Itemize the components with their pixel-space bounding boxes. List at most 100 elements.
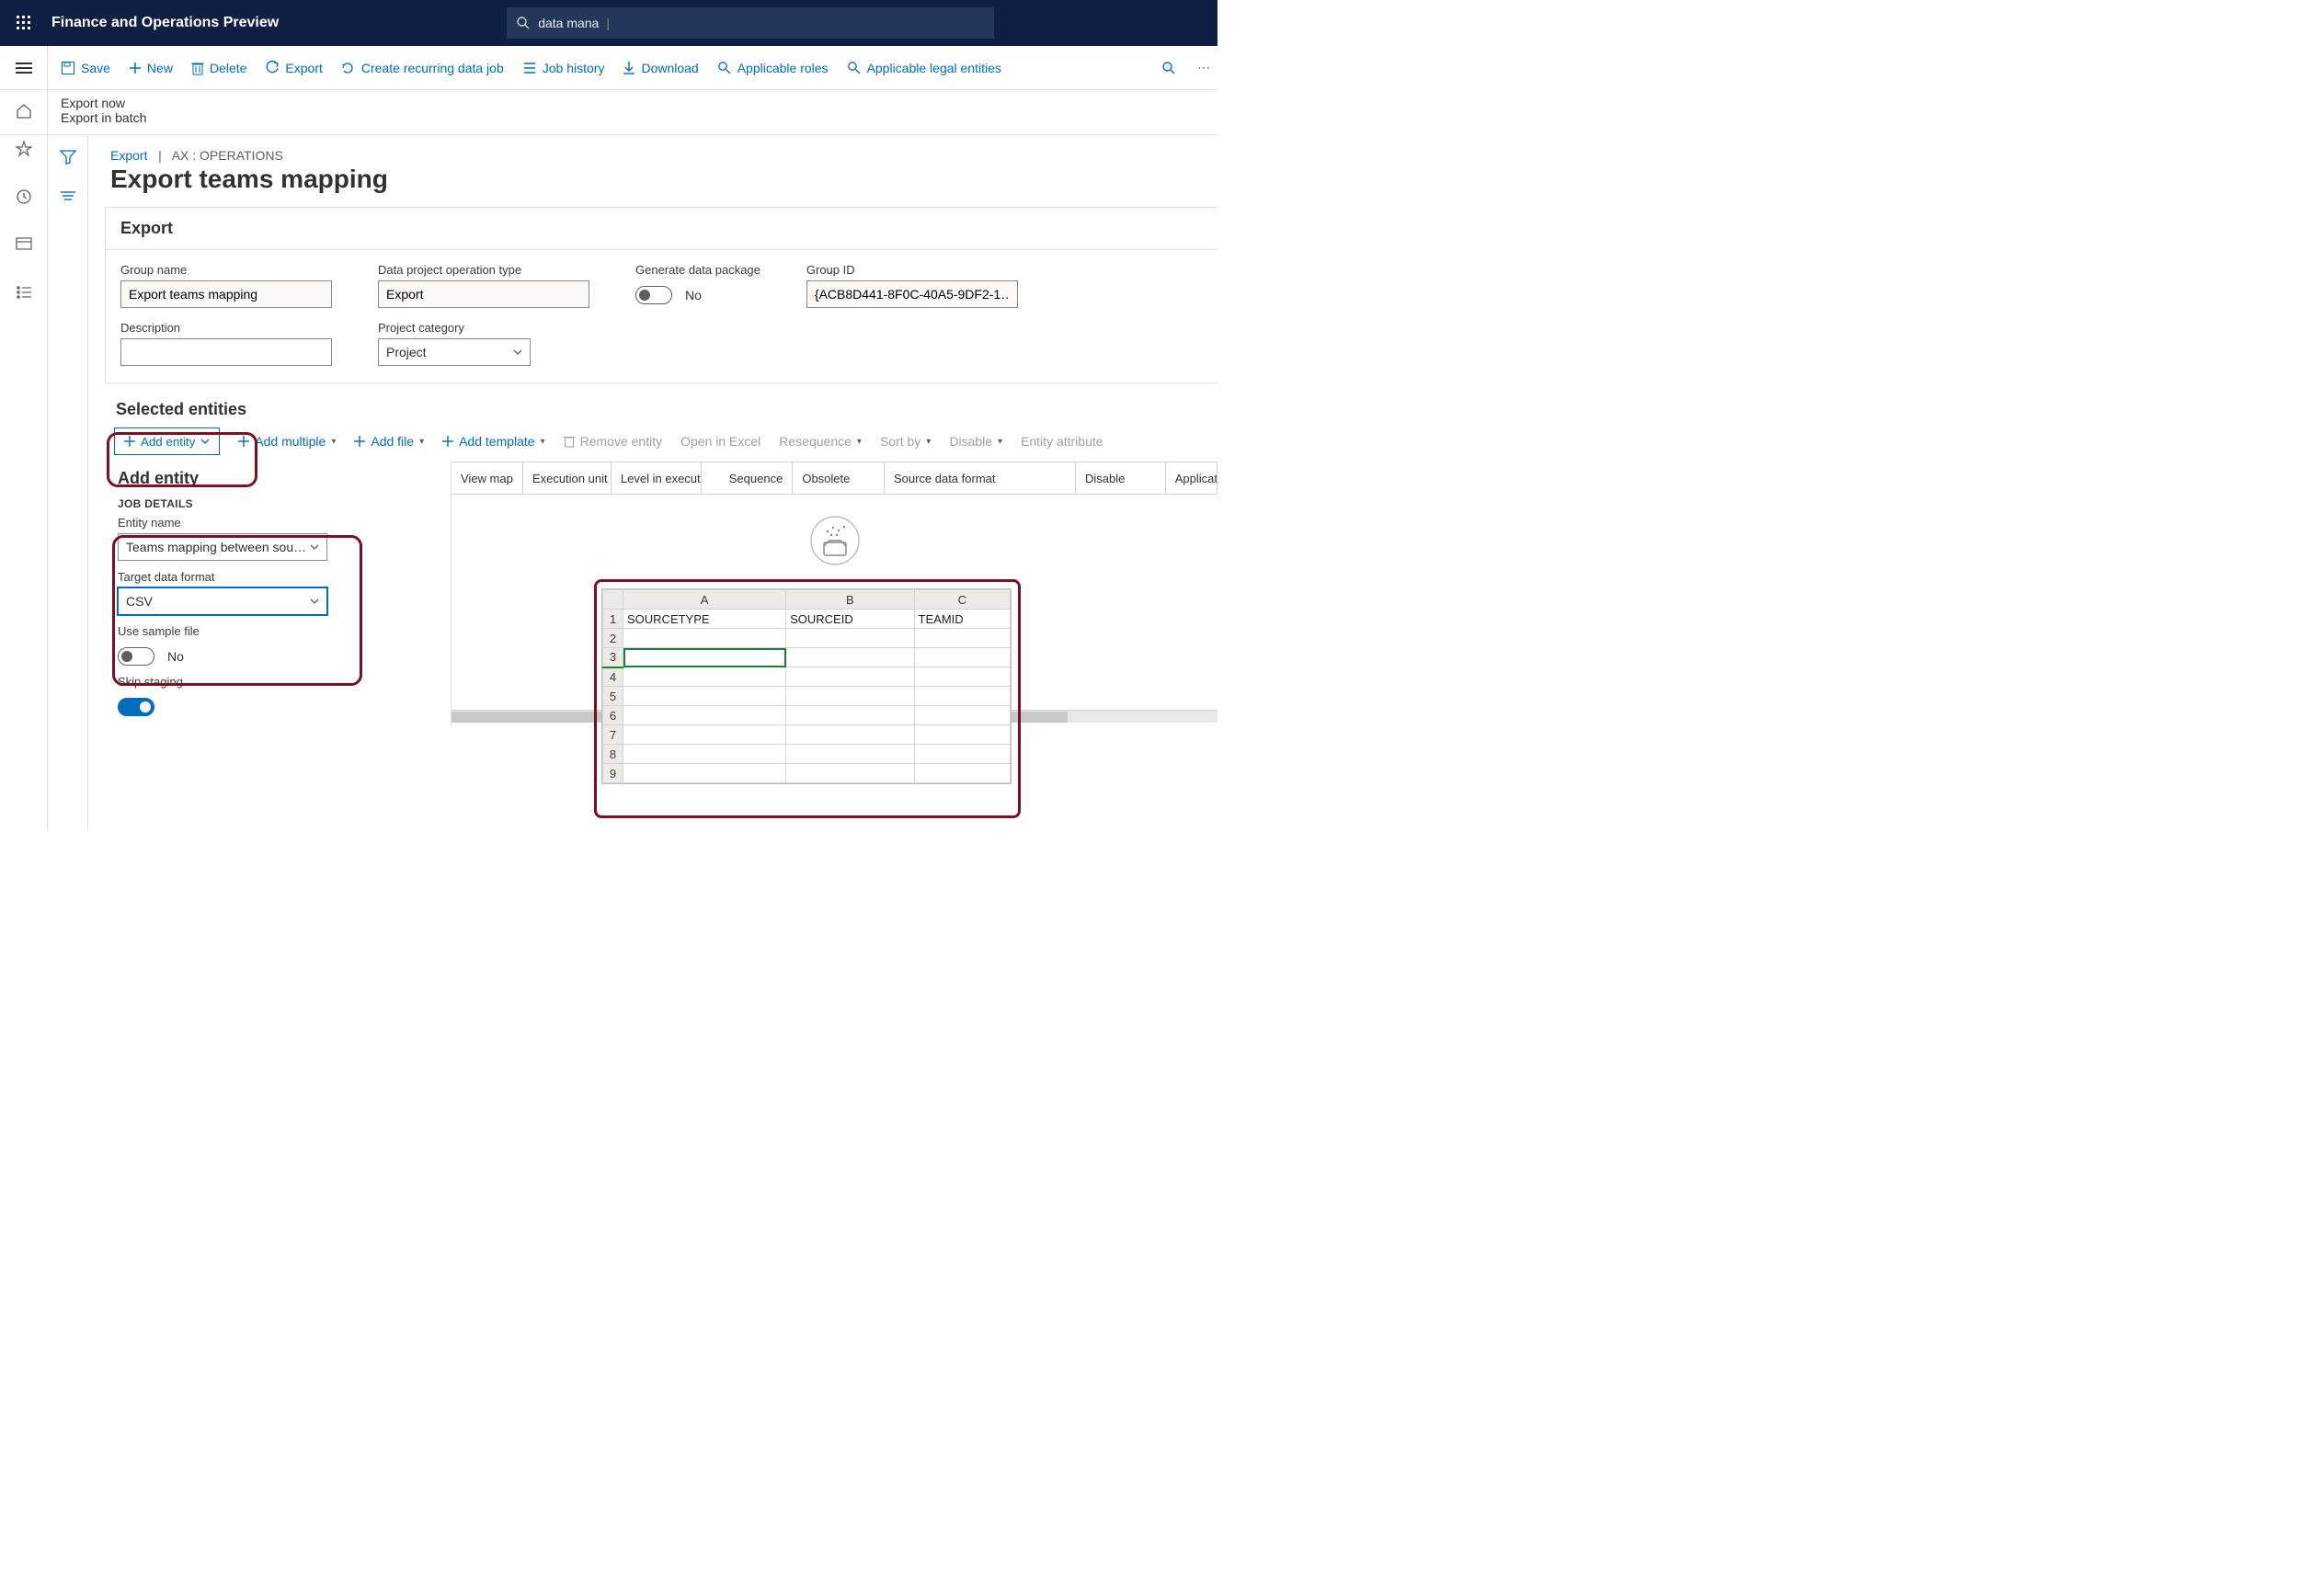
export-now-link[interactable]: Export now [61, 96, 146, 110]
save-button[interactable]: Save [61, 61, 110, 75]
group-name-input[interactable] [120, 280, 332, 308]
open-in-excel-button[interactable]: Open in Excel [680, 434, 760, 449]
more-commands-button[interactable]: ⋯ [1190, 46, 1218, 90]
excel-cell[interactable] [914, 667, 1010, 687]
breadcrumb-context: AX : OPERATIONS [172, 148, 283, 163]
col-disable[interactable]: Disable [1076, 462, 1166, 494]
applicable-roles-button[interactable]: Applicable roles [717, 61, 829, 75]
excel-cell[interactable] [623, 706, 786, 725]
excel-row-header[interactable]: 2 [603, 629, 623, 648]
excel-cell[interactable]: TEAMID [914, 610, 1010, 629]
download-button[interactable]: Download [623, 61, 698, 75]
resequence-button[interactable]: Resequence▾ [779, 434, 862, 449]
plus-icon [442, 436, 453, 447]
excel-row-header[interactable]: 7 [603, 725, 623, 745]
col-applicat[interactable]: Applicat [1166, 462, 1218, 494]
col-obsolete[interactable]: Obsolete [793, 462, 885, 494]
excel-cell[interactable] [914, 706, 1010, 725]
skip-staging-toggle[interactable] [118, 698, 154, 716]
delete-button[interactable]: Delete [191, 61, 246, 75]
excel-cell[interactable] [914, 687, 1010, 706]
excel-cell[interactable] [914, 745, 1010, 764]
excel-cell[interactable] [786, 706, 914, 725]
app-launcher-button[interactable] [0, 0, 48, 46]
filter-button[interactable] [60, 150, 76, 167]
applicable-entities-button[interactable]: Applicable legal entities [847, 61, 1001, 75]
excel-cell[interactable] [786, 764, 914, 783]
col-source-data-format[interactable]: Source data format [885, 462, 1076, 494]
excel-cell[interactable] [786, 745, 914, 764]
nav-toggle-button[interactable] [0, 46, 48, 90]
target-format-select[interactable]: CSV [118, 587, 327, 615]
excel-cell[interactable] [786, 648, 914, 667]
excel-cell[interactable] [914, 725, 1010, 745]
group-id-label: Group ID [806, 263, 1018, 277]
sort-by-button[interactable]: Sort by▾ [880, 434, 931, 449]
group-id-input[interactable] [806, 280, 1018, 308]
excel-col-B[interactable]: B [786, 590, 914, 610]
remove-entity-button[interactable]: Remove entity [564, 434, 662, 449]
col-execution-unit[interactable]: Execution unit ↑ [523, 462, 612, 494]
excel-col-A[interactable]: A [623, 590, 786, 610]
excel-cell[interactable] [623, 764, 786, 783]
excel-row-header[interactable]: 3 [603, 648, 623, 667]
excel-row-header[interactable]: 9 [603, 764, 623, 783]
skip-staging-label: Skip staging [118, 675, 349, 689]
excel-cell[interactable] [786, 725, 914, 745]
excel-cell[interactable] [623, 648, 786, 667]
disable-button[interactable]: Disable▾ [949, 434, 1002, 449]
new-button[interactable]: New [129, 61, 173, 75]
generate-pkg-toggle[interactable] [635, 286, 672, 304]
command-search-button[interactable] [1148, 46, 1190, 90]
excel-cell[interactable]: SOURCEID [786, 610, 914, 629]
entity-attribute-button[interactable]: Entity attribute [1021, 434, 1103, 449]
export-button[interactable]: Export [265, 61, 322, 75]
add-file-button[interactable]: Add file▾ [354, 434, 424, 449]
job-history-button[interactable]: Job history [522, 61, 605, 75]
workspaces-nav-button[interactable] [0, 231, 48, 258]
excel-cell[interactable] [623, 667, 786, 687]
generate-pkg-label: Generate data package [635, 263, 760, 277]
excel-cell[interactable] [914, 764, 1010, 783]
chevron-down-icon [200, 439, 210, 444]
excel-cell[interactable] [914, 648, 1010, 667]
excel-cell[interactable] [623, 745, 786, 764]
excel-row-header[interactable]: 6 [603, 706, 623, 725]
home-nav-button[interactable] [0, 90, 48, 132]
excel-col-C[interactable]: C [914, 590, 1010, 610]
create-recurring-button[interactable]: Create recurring data job [341, 61, 504, 75]
excel-cell[interactable] [623, 629, 786, 648]
excel-row-header[interactable]: 4 [603, 667, 623, 687]
download-icon [623, 61, 635, 75]
entity-name-select[interactable]: Teams mapping between sou… [118, 533, 327, 561]
excel-cell[interactable] [786, 667, 914, 687]
excel-cell[interactable] [623, 687, 786, 706]
sort-lines-button[interactable] [60, 189, 76, 204]
favorites-nav-button[interactable] [0, 135, 48, 163]
op-type-input[interactable] [378, 280, 589, 308]
use-sample-toggle[interactable] [118, 647, 154, 666]
hamburger-icon [16, 63, 32, 74]
export-batch-link[interactable]: Export in batch [61, 110, 146, 125]
excel-cell[interactable] [623, 725, 786, 745]
col-sequence[interactable]: Sequence [702, 462, 794, 494]
add-entity-button[interactable]: Add entity [114, 428, 220, 455]
excel-cell[interactable]: SOURCETYPE [623, 610, 786, 629]
recent-nav-button[interactable] [0, 183, 48, 211]
excel-row-header[interactable]: 1 [603, 610, 623, 629]
col-view-map[interactable]: View map [452, 462, 523, 494]
global-search-input[interactable]: data mana | [507, 7, 994, 39]
col-level[interactable]: Level in executi… [612, 462, 702, 494]
excel-cell[interactable] [914, 629, 1010, 648]
modules-nav-button[interactable] [0, 279, 48, 306]
proj-cat-select[interactable]: Project [378, 338, 531, 366]
excel-cell[interactable] [786, 687, 914, 706]
excel-row-header[interactable]: 8 [603, 745, 623, 764]
excel-corner[interactable] [603, 590, 623, 610]
description-input[interactable] [120, 338, 332, 366]
breadcrumb-export-link[interactable]: Export [110, 148, 147, 163]
add-template-button[interactable]: Add template▾ [442, 434, 545, 449]
add-multiple-button[interactable]: Add multiple▾ [238, 434, 336, 449]
excel-cell[interactable] [786, 629, 914, 648]
excel-row-header[interactable]: 5 [603, 687, 623, 706]
